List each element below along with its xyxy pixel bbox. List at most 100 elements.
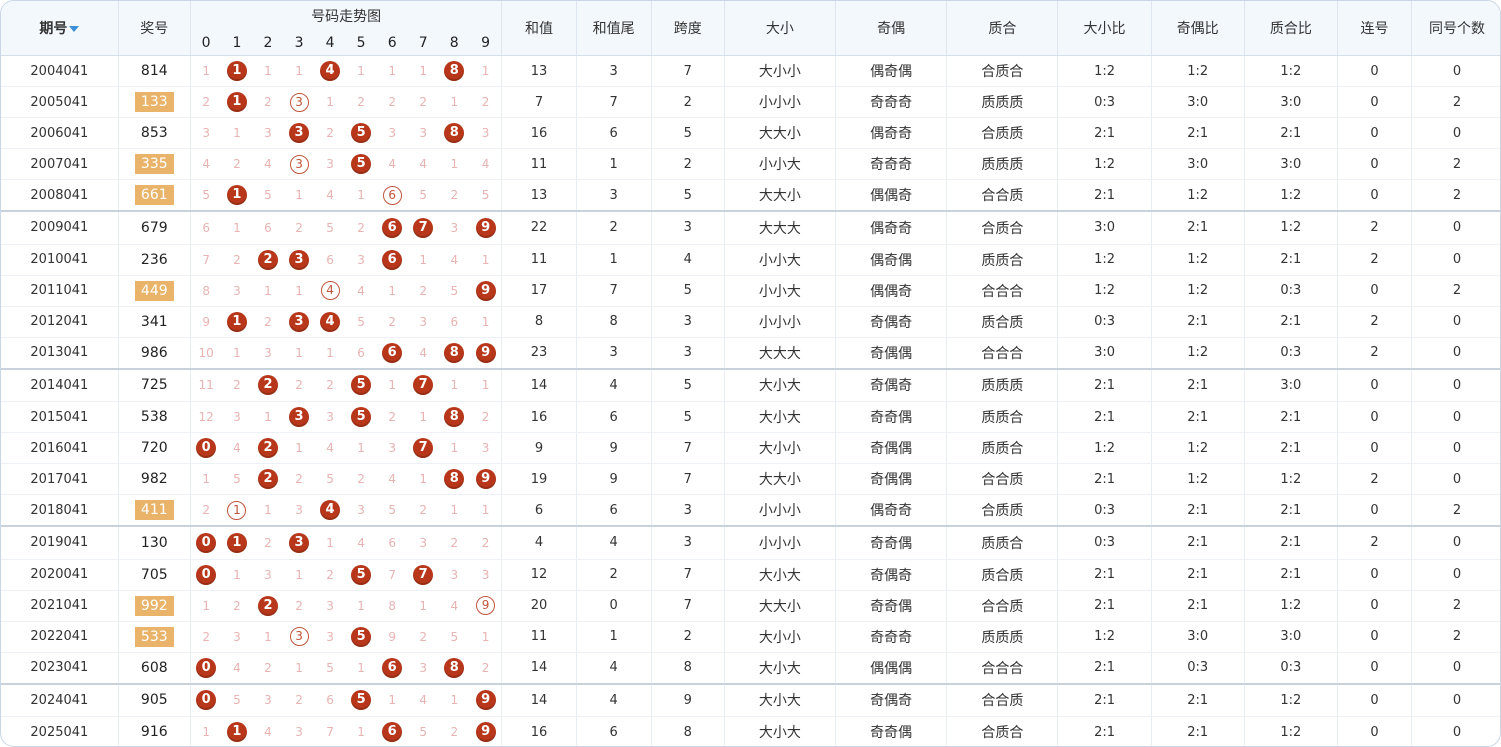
digit-cell: 4 bbox=[315, 495, 346, 527]
miss-count: 3 bbox=[233, 410, 241, 424]
miss-count: 1 bbox=[482, 315, 490, 329]
digit-cell: 6 bbox=[377, 244, 408, 275]
prime-composite-cell: 质质合 bbox=[947, 526, 1058, 559]
big-small-cell: 大小大 bbox=[724, 717, 835, 747]
miss-count: 1 bbox=[233, 221, 241, 235]
odd-even-ratio-cell: 0:3 bbox=[1151, 652, 1244, 684]
digit-cell: 3 bbox=[252, 337, 283, 369]
sort-desc-icon[interactable] bbox=[69, 26, 79, 32]
sum-cell: 13 bbox=[502, 180, 576, 212]
big-small-ratio-cell: 2:1 bbox=[1058, 369, 1151, 402]
miss-count: 2 bbox=[357, 472, 365, 486]
digit-cell: 4 bbox=[315, 56, 346, 87]
miss-count: 1 bbox=[388, 693, 396, 707]
miss-count: 1 bbox=[450, 378, 458, 392]
digit-cell: 1 bbox=[439, 149, 470, 180]
miss-count: 10 bbox=[198, 346, 213, 360]
miss-count: 3 bbox=[264, 693, 272, 707]
digit-cell: 4 bbox=[377, 149, 408, 180]
prime-composite-cell: 质质质 bbox=[947, 369, 1058, 402]
digit-cell: 1 bbox=[221, 180, 252, 212]
prize-number-highlighted: 533 bbox=[135, 627, 174, 647]
digit-cell: 3 bbox=[284, 244, 315, 275]
prize-number: 916 bbox=[135, 722, 174, 742]
odd-even-column-header: 奇偶 bbox=[836, 1, 947, 56]
drawn-number-ball: 5 bbox=[351, 407, 371, 427]
digit-cell: 3 bbox=[315, 402, 346, 433]
miss-count: 3 bbox=[357, 253, 365, 267]
digit-cell: 2 bbox=[252, 369, 283, 402]
period-cell: 2018041 bbox=[1, 495, 118, 527]
digit-cell: 2 bbox=[408, 621, 439, 652]
table-row: 2014041725112222517111445大小大奇偶奇质质质2:12:1… bbox=[1, 369, 1501, 402]
odd-even-cell: 偶奇奇 bbox=[836, 495, 947, 527]
miss-count: 4 bbox=[233, 661, 241, 675]
repeat-number-ring: 4 bbox=[321, 281, 340, 300]
miss-count: 3 bbox=[388, 441, 396, 455]
period-column-header[interactable]: 期号 bbox=[1, 1, 118, 56]
odd-even-cell: 偶奇奇 bbox=[836, 211, 947, 244]
same-count-cell: 2 bbox=[1412, 621, 1501, 652]
consecutive-cell: 0 bbox=[1337, 652, 1411, 684]
big-small-ratio-cell: 0:3 bbox=[1058, 495, 1151, 527]
big-small-cell: 大小大 bbox=[724, 369, 835, 402]
prize-cell: 133 bbox=[118, 87, 190, 118]
odd-even-cell: 奇偶奇 bbox=[836, 306, 947, 337]
same-count-cell: 2 bbox=[1412, 180, 1501, 212]
period-cell: 2014041 bbox=[1, 369, 118, 402]
consecutive-cell: 0 bbox=[1337, 495, 1411, 527]
digit-cell: 1 bbox=[221, 559, 252, 590]
span-cell: 5 bbox=[651, 275, 724, 306]
table-row: 202104199212223181492007大大小奇奇偶合合质2:12:11… bbox=[1, 590, 1501, 621]
digit-cell: 7 bbox=[408, 433, 439, 464]
miss-count: 7 bbox=[388, 568, 396, 582]
span-cell: 3 bbox=[651, 306, 724, 337]
miss-count: 4 bbox=[264, 157, 272, 171]
sum-cell: 4 bbox=[502, 526, 576, 559]
digit-cell: 1 bbox=[377, 56, 408, 87]
prize-cell: 705 bbox=[118, 559, 190, 590]
odd-even-cell: 偶奇奇 bbox=[836, 118, 947, 149]
odd-even-cell: 奇奇偶 bbox=[836, 717, 947, 747]
same-count-cell: 2 bbox=[1412, 495, 1501, 527]
digit-cell: 4 bbox=[408, 684, 439, 717]
miss-count: 1 bbox=[357, 599, 365, 613]
miss-count: 2 bbox=[450, 536, 458, 550]
table-row: 20160417200421413713997大小小奇偶偶质质合1:21:22:… bbox=[1, 433, 1501, 464]
prime-ratio-cell: 0:3 bbox=[1244, 652, 1337, 684]
digit-header: 1 bbox=[221, 30, 252, 56]
miss-count: 1 bbox=[326, 95, 334, 109]
sum-cell: 20 bbox=[502, 590, 576, 621]
same-count-cell: 0 bbox=[1412, 464, 1501, 495]
miss-count: 2 bbox=[295, 472, 303, 486]
miss-count: 1 bbox=[450, 503, 458, 517]
prime-ratio-cell: 1:2 bbox=[1244, 590, 1337, 621]
digit-cell: 2 bbox=[439, 180, 470, 212]
prize-cell: 992 bbox=[118, 590, 190, 621]
digit-cell: 5 bbox=[346, 369, 377, 402]
table-row: 200904167961625267392223大大大偶奇奇合质合3:02:11… bbox=[1, 211, 1501, 244]
prime-ratio-cell: 3:0 bbox=[1244, 149, 1337, 180]
drawn-number-ball: 1 bbox=[227, 185, 247, 205]
table-row: 200804166151514165251335大大小偶偶奇合合质2:11:21… bbox=[1, 180, 1501, 212]
miss-count: 1 bbox=[295, 64, 303, 78]
prime-ratio-cell: 0:3 bbox=[1244, 275, 1337, 306]
miss-count: 8 bbox=[202, 284, 210, 298]
odd-even-cell: 奇奇奇 bbox=[836, 87, 947, 118]
prime-composite-cell: 合合质 bbox=[947, 684, 1058, 717]
miss-count: 2 bbox=[388, 315, 396, 329]
miss-count: 3 bbox=[419, 536, 427, 550]
drawn-number-ball: 6 bbox=[382, 722, 402, 742]
sum-cell: 8 bbox=[502, 306, 576, 337]
prime-ratio-cell: 2:1 bbox=[1244, 244, 1337, 275]
period-cell: 2020041 bbox=[1, 559, 118, 590]
miss-count: 2 bbox=[295, 221, 303, 235]
digit-cell: 2 bbox=[408, 87, 439, 118]
prime-ratio-cell: 2:1 bbox=[1244, 433, 1337, 464]
period-cell: 2013041 bbox=[1, 337, 118, 369]
odd-even-ratio-cell: 1:2 bbox=[1151, 337, 1244, 369]
period-cell: 2005041 bbox=[1, 87, 118, 118]
table-row: 202004170501312577331227大小大奇偶奇质合质2:12:12… bbox=[1, 559, 1501, 590]
prize-cell: 608 bbox=[118, 652, 190, 684]
span-cell: 7 bbox=[651, 464, 724, 495]
